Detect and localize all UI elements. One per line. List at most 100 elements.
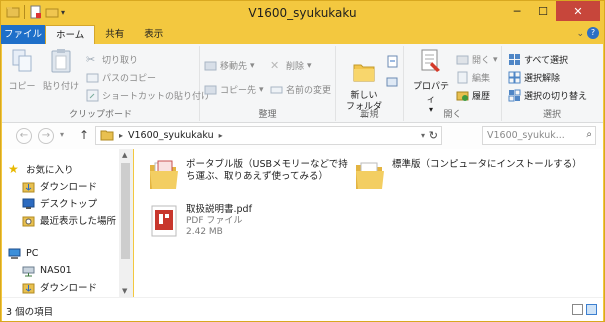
organize-group-label: 整理 [258, 110, 277, 120]
nav-pc[interactable]: PC [8, 245, 38, 261]
invert-selection-button[interactable]: 選択の切り替え [508, 88, 587, 103]
copy-path-button[interactable]: パスのコピー [86, 70, 156, 85]
select-none-button[interactable]: 選択解除 [508, 70, 560, 85]
details-view-button[interactable] [572, 304, 583, 315]
file-tile-portable-folder[interactable]: ポータブル版（USBメモリーなどで持ち運ぶ、取りあえず使ってみる） [148, 159, 348, 193]
nav-item-recent-places[interactable]: 最近表示した場所 [22, 212, 116, 228]
status-bar: 3 個の項目 [2, 297, 603, 321]
history-button[interactable]: 履歴 [456, 88, 490, 103]
file-list: ポータブル版（USBメモリーなどで持ち運ぶ、取りあえず使ってみる） 標準版（コン… [134, 149, 603, 297]
refresh-icon[interactable]: ↻ [429, 129, 438, 142]
nav-item-label: NAS01 [40, 264, 72, 276]
new-group-label: 新規 [360, 110, 379, 120]
breadcrumb-chevron-icon[interactable]: ▸ [219, 131, 223, 140]
invert-selection-icon [508, 89, 521, 102]
copy-path-label: パスのコピー [102, 74, 157, 84]
recent-locations-dropdown-icon[interactable]: ▾ [60, 130, 64, 139]
rename-label: 名前の変更 [286, 86, 332, 96]
maximize-button[interactable]: ☐ [530, 1, 556, 21]
select-all-icon [509, 54, 520, 65]
history-icon [456, 91, 469, 101]
address-bar[interactable]: ▸ V1600_syukukaku ▸ ▾ ↻ [95, 126, 442, 145]
tab-home[interactable]: ホーム [45, 25, 96, 44]
folder-icon [356, 162, 384, 189]
tab-view[interactable]: 表示 [134, 25, 173, 44]
new-item-icon [387, 55, 398, 68]
nav-item-desktop[interactable]: デスクトップ [22, 195, 97, 211]
scrollbar-thumb[interactable] [121, 163, 130, 259]
download-folder-icon [22, 283, 35, 293]
nav-item-nas01[interactable]: NAS01 [22, 262, 72, 278]
scissors-icon: ✂ [86, 53, 96, 66]
star-icon: ★ [8, 161, 19, 176]
paste-shortcut-button[interactable]: ショートカットの貼り付け [86, 88, 210, 103]
easy-access-button[interactable] [386, 74, 399, 89]
select-all-label: すべて選択 [524, 56, 569, 66]
file-name: 取扱説明書.pdf [186, 204, 252, 215]
dropdown-icon: ▾ [307, 60, 312, 71]
help-icon[interactable]: ? [587, 27, 599, 39]
copy-path-icon [86, 73, 99, 83]
nav-item-downloads[interactable]: ダウンロード [22, 178, 97, 194]
nav-pane-scrollbar[interactable]: ▲ ▼ [119, 149, 132, 297]
invert-selection-label: 選択の切り替え [524, 92, 588, 102]
move-to-label: 移動先 [220, 62, 248, 72]
forward-button[interactable]: → [38, 128, 54, 144]
breadcrumb-chevron-icon[interactable]: ▸ [119, 131, 123, 140]
clipboard-group-label: クリップボード [68, 110, 132, 120]
copy-to-icon [204, 85, 217, 95]
cut-button[interactable]: ✂ 切り取り [86, 52, 138, 67]
explorer-window: ▾ V1600_syukukaku ─ ☐ ✕ ファイル ホーム 共有 表示 ⌄… [0, 0, 605, 322]
clipboard-group: コピー 貼り付け ✂ 切り取り パスのコピー ショートカットの貼り付け クリップ… [2, 46, 210, 121]
properties-button[interactable]: プロパティ ▾ [410, 48, 452, 114]
edit-label: 編集 [472, 74, 491, 84]
new-item-button[interactable] [386, 54, 399, 69]
rename-icon [270, 86, 283, 94]
minimize-button[interactable]: ─ [504, 1, 530, 21]
paste-shortcut-label: ショートカットの貼り付け [102, 92, 211, 102]
navigation-bar: ← → ▾ ↑ ▸ V1600_syukukaku ▸ ▾ ↻ V1600_sy… [2, 123, 603, 149]
ribbon-expand-icon[interactable]: ⌄ [576, 29, 584, 39]
breadcrumb-path[interactable]: V1600_syukukaku [128, 130, 214, 141]
close-button[interactable]: ✕ [556, 1, 600, 21]
search-input[interactable]: V1600_syukuk... ⌕ [482, 126, 596, 145]
recent-places-icon [22, 216, 35, 226]
nav-favorites[interactable]: ★ お気に入り [8, 161, 74, 177]
up-arrow-icon[interactable]: ↑ [79, 128, 89, 142]
search-placeholder: V1600_syukuk... [487, 130, 565, 141]
scroll-up-icon[interactable]: ▲ [122, 151, 127, 159]
move-to-button[interactable]: 移動先 ▾ [204, 58, 255, 73]
copy-button[interactable]: コピー [6, 48, 38, 92]
edit-button[interactable]: 編集 [456, 70, 490, 85]
desktop-icon [22, 198, 35, 209]
select-all-button[interactable]: すべて選択 [508, 52, 568, 67]
tab-file[interactable]: ファイル [1, 25, 45, 44]
open-button[interactable]: 開く ▾ [456, 52, 498, 67]
paste-button[interactable]: 貼り付け [42, 48, 80, 92]
select-none-label: 選択解除 [524, 74, 561, 84]
file-tile-manual-pdf[interactable]: 取扱説明書.pdf PDF ファイル 2.42 MB [148, 204, 348, 238]
nav-item-label: デスクトップ [40, 199, 98, 210]
delete-button[interactable]: ✕ 削除 ▾ [270, 58, 312, 73]
search-icon[interactable]: ⌕ [586, 129, 592, 140]
copy-to-button[interactable]: コピー先 ▾ [204, 82, 264, 97]
select-none-icon [508, 71, 521, 84]
large-icons-view-button[interactable] [586, 304, 597, 315]
nav-item-label: ダウンロード [40, 182, 98, 193]
tab-share[interactable]: 共有 [95, 25, 134, 44]
network-drive-icon [22, 266, 35, 276]
rename-button[interactable]: 名前の変更 [270, 82, 331, 97]
select-group: すべて選択 選択解除 選択の切り替え 選択 [502, 46, 602, 121]
address-dropdown-icon[interactable]: ▾ [421, 131, 425, 140]
file-name: ポータブル版（USBメモリーなどで持ち運ぶ、取りあえず使ってみる） [186, 159, 348, 182]
easy-access-icon [386, 77, 398, 87]
file-tile-standard-folder[interactable]: 標準版（コンピュータにインストールする） [354, 159, 594, 193]
select-group-label: 選択 [542, 110, 561, 120]
back-button[interactable]: ← [16, 128, 32, 144]
file-name: 標準版（コンピュータにインストールする） [392, 159, 582, 170]
nav-item-pc-downloads[interactable]: ダウンロード [22, 279, 97, 295]
scroll-down-icon[interactable]: ▼ [122, 287, 127, 295]
new-folder-button[interactable]: 新しい フォルダー [342, 48, 386, 135]
organize-group: 移動先 ▾ コピー先 ▾ ✕ 削除 ▾ 名前の変更 整理 [200, 46, 336, 121]
clipboard-icon [51, 49, 71, 73]
